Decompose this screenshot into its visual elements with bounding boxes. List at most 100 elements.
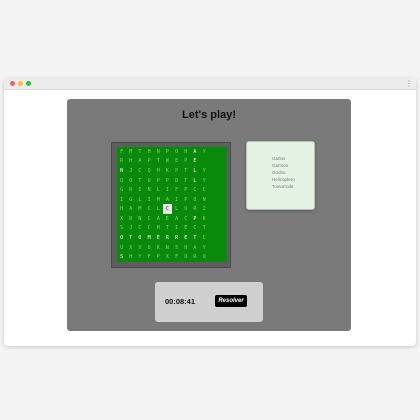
grid-cell[interactable]: P	[181, 195, 190, 205]
grid-cell[interactable]: O	[117, 233, 126, 243]
grid-cell[interactable]: T	[135, 176, 144, 186]
grid-cell[interactable]	[218, 185, 227, 195]
grid-cell[interactable]: P	[190, 214, 199, 224]
grid-cell[interactable]	[218, 224, 227, 234]
grid-cell[interactable]: F	[145, 252, 154, 262]
grid-cell[interactable]: C	[145, 224, 154, 234]
grid-cell[interactable]: O	[190, 195, 199, 205]
grid-cell[interactable]: R	[190, 252, 199, 262]
grid-cell[interactable]: R	[190, 204, 199, 214]
grid-cell[interactable]: P	[163, 176, 172, 186]
grid-cell[interactable]	[218, 214, 227, 224]
grid-cell[interactable]	[209, 204, 218, 214]
grid-cell[interactable]: L	[135, 195, 144, 205]
grid-cell[interactable]: D	[172, 176, 181, 186]
grid-cell[interactable]: E	[154, 233, 163, 243]
grid-cell[interactable]: Y	[200, 243, 209, 253]
grid-cell[interactable]: X	[163, 252, 172, 262]
grid-cell[interactable]: O	[181, 204, 190, 214]
grid-cell[interactable]: R	[126, 214, 135, 224]
grid-cell[interactable]: M	[126, 147, 135, 157]
grid-cell[interactable]: C	[190, 224, 199, 234]
grid-cell[interactable]	[209, 185, 218, 195]
grid-cell[interactable]: L	[190, 166, 199, 176]
grid-cell[interactable]	[218, 176, 227, 186]
grid-cell[interactable]: U	[145, 176, 154, 186]
grid-cell[interactable]: H	[145, 147, 154, 157]
grid-cell[interactable]: C	[200, 233, 209, 243]
grid-cell[interactable]	[200, 157, 209, 167]
grid-cell[interactable]: I	[200, 204, 209, 214]
grid-cell[interactable]: H	[181, 243, 190, 253]
grid-cell[interactable]	[209, 214, 218, 224]
grid-cell[interactable]	[218, 195, 227, 205]
grid-cell[interactable]: V	[135, 243, 144, 253]
grid-cell[interactable]: O	[135, 233, 144, 243]
grid-cell[interactable]	[218, 243, 227, 253]
grid-cell[interactable]: G	[117, 185, 126, 195]
grid-cell[interactable]: F	[117, 147, 126, 157]
grid-cell[interactable]: C	[135, 224, 144, 234]
maximize-window-button[interactable]	[26, 81, 31, 86]
grid-cell[interactable]: P	[154, 176, 163, 186]
grid-cell[interactable]: E	[163, 214, 172, 224]
grid-cell[interactable]: I	[163, 185, 172, 195]
grid-cell[interactable]: F	[172, 252, 181, 262]
grid-cell[interactable]: H	[117, 204, 126, 214]
grid-cell[interactable]	[209, 252, 218, 262]
grid-cell[interactable]: Q	[117, 176, 126, 186]
grid-cell[interactable]: F	[172, 185, 181, 195]
grid-cell[interactable]: R	[117, 157, 126, 167]
grid-cell[interactable]	[209, 157, 218, 167]
solve-button[interactable]: Resolver	[215, 295, 247, 307]
grid-cell[interactable]: U	[117, 243, 126, 253]
grid-cell[interactable]: O	[172, 147, 181, 157]
grid-cell[interactable]: E	[181, 233, 190, 243]
grid-cell[interactable]: Y	[135, 252, 144, 262]
grid-cell[interactable]: R	[163, 233, 172, 243]
grid-cell[interactable]: K	[200, 214, 209, 224]
grid-cell[interactable]: H	[126, 157, 135, 167]
grid-cell[interactable]: O	[126, 176, 135, 186]
grid-cell[interactable]	[209, 224, 218, 234]
grid-cell[interactable]: Y	[200, 176, 209, 186]
grid-cell[interactable]: X	[126, 243, 135, 253]
grid-cell[interactable]: O	[145, 243, 154, 253]
grid-cell[interactable]: P	[163, 147, 172, 157]
grid-cell[interactable]: T	[163, 224, 172, 234]
grid-cell[interactable]: I	[172, 224, 181, 234]
grid-cell[interactable]: K	[163, 166, 172, 176]
grid-cell[interactable]: S	[172, 243, 181, 253]
grid-cell[interactable]	[209, 233, 218, 243]
grid-cell[interactable]: O	[181, 252, 190, 262]
grid-cell[interactable]	[209, 147, 218, 157]
grid-cell[interactable]: C	[135, 166, 144, 176]
grid-cell[interactable]	[218, 204, 227, 214]
grid-cell[interactable]: G	[126, 195, 135, 205]
grid-cell[interactable]: L	[172, 204, 181, 214]
grid-cell[interactable]: J	[126, 224, 135, 234]
grid-cell[interactable]: I	[145, 195, 154, 205]
grid-cell[interactable]: Q	[145, 166, 154, 176]
grid-cell[interactable]: T	[154, 157, 163, 167]
grid-cell[interactable]: N	[154, 147, 163, 157]
grid-cell[interactable]: C	[145, 204, 154, 214]
grid-cell[interactable]: L	[154, 204, 163, 214]
grid-cell[interactable]: P	[181, 185, 190, 195]
grid-cell[interactable]: I	[172, 195, 181, 205]
grid-cell[interactable]: E	[190, 157, 199, 167]
grid-cell[interactable]	[209, 243, 218, 253]
grid-cell[interactable]	[209, 195, 218, 205]
grid-cell[interactable]: C	[200, 185, 209, 195]
grid-cell[interactable]: M	[154, 195, 163, 205]
grid-cell[interactable]: J	[126, 166, 135, 176]
grid-cell[interactable]: N	[200, 195, 209, 205]
grid-cell[interactable]: L	[154, 185, 163, 195]
grid-cell[interactable]: M	[145, 233, 154, 243]
grid-cell[interactable]	[209, 176, 218, 186]
grid-cell[interactable]: T	[181, 176, 190, 186]
grid-cell[interactable]: C	[181, 214, 190, 224]
grid-cell[interactable]: X	[117, 214, 126, 224]
grid-cell[interactable]: T	[190, 233, 199, 243]
grid-cell[interactable]: N	[135, 214, 144, 224]
